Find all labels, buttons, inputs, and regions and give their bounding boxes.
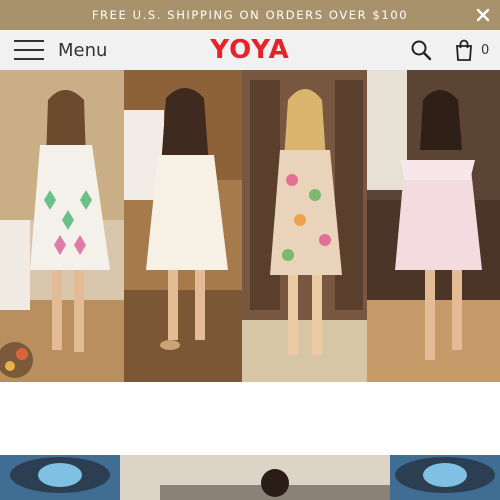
promo-banner-image[interactable] (0, 455, 500, 500)
site-header: Menu YOYA 0 (0, 30, 500, 70)
hero-panel-4 (367, 70, 500, 382)
shopping-bag-icon (456, 39, 472, 61)
cart-count: 0 (481, 42, 490, 58)
hero-panel-3 (242, 70, 367, 382)
cart-button[interactable]: 0 (455, 37, 489, 63)
menu-button[interactable]: Menu (14, 30, 107, 70)
promo-text: FREE U.S. SHIPPING ON ORDERS OVER $100 (91, 8, 409, 22)
hero-image[interactable] (0, 70, 500, 382)
hero-panel-2 (124, 70, 242, 382)
hero-panel-1 (0, 70, 124, 382)
menu-label: Menu (58, 39, 108, 61)
close-icon[interactable] (475, 7, 491, 23)
hamburger-icon (14, 40, 44, 60)
promo-bar: FREE U.S. SHIPPING ON ORDERS OVER $100 (0, 0, 500, 30)
search-icon[interactable] (410, 39, 432, 61)
